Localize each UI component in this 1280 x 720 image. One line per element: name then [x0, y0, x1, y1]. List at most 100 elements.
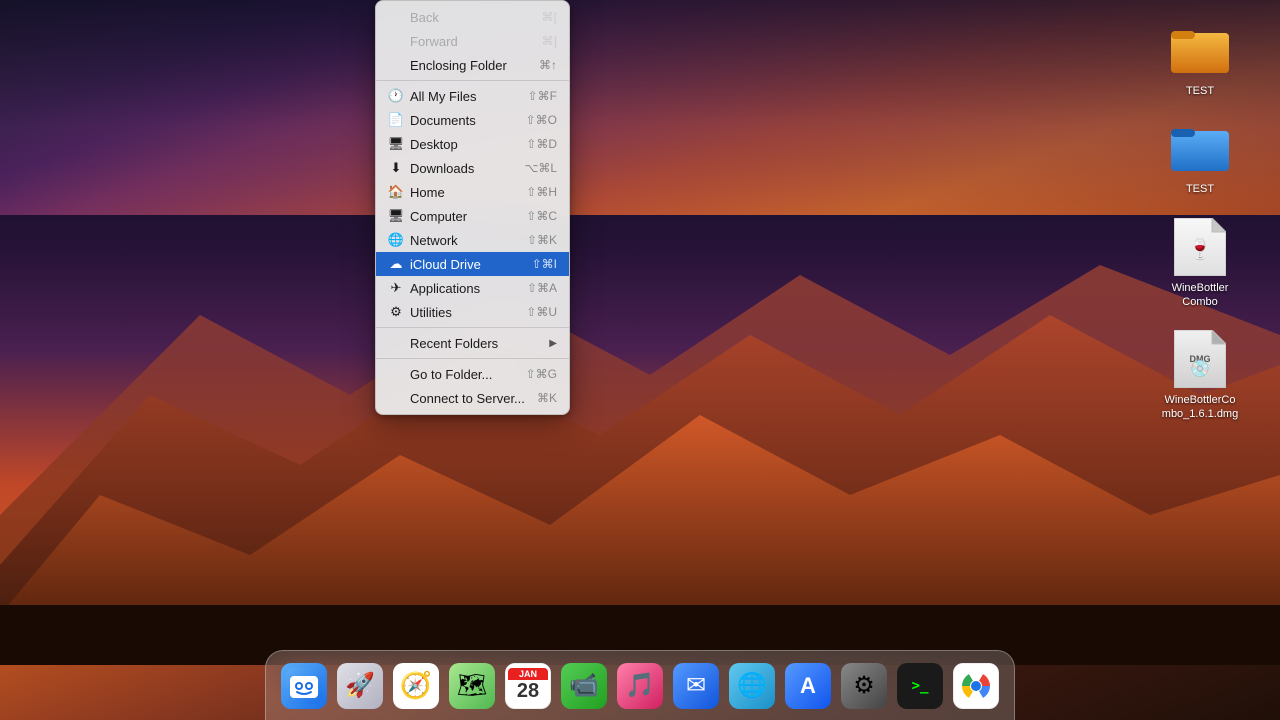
- safari-icon: 🧭: [393, 663, 439, 709]
- menu-divider-1: [376, 80, 569, 81]
- dock-item-system-prefs[interactable]: ⚙: [838, 660, 890, 712]
- desktop-icon-test-orange[interactable]: TEST: [1160, 20, 1240, 98]
- svg-text:💿: 💿: [1190, 359, 1210, 378]
- dock-item-mail[interactable]: ✉: [670, 660, 722, 712]
- menu-item-recent-folders[interactable]: Recent Folders ▶: [376, 331, 569, 355]
- menu-item-forward-shortcut: ⌘]: [542, 34, 557, 48]
- dock-item-calendar[interactable]: JAN 28: [502, 660, 554, 712]
- svg-text:🍷: 🍷: [1188, 237, 1213, 261]
- dock-item-safari[interactable]: 🧭: [390, 660, 442, 712]
- icloud-drive-icon: ☁: [388, 256, 404, 272]
- menu-item-all-my-files[interactable]: 🕐 All My Files ⇧⌘F: [376, 84, 569, 108]
- dmg-file-icon: DMG 💿: [1174, 330, 1226, 388]
- menu-item-icloud-drive[interactable]: ☁ iCloud Drive ⇧⌘I: [376, 252, 569, 276]
- dock-item-terminal[interactable]: >_: [894, 660, 946, 712]
- desktop-icon-label-test-blue: TEST: [1186, 182, 1214, 196]
- forward-icon: [388, 33, 404, 49]
- connect-to-server-icon: [388, 390, 404, 406]
- downloads-icon: ⬇: [388, 160, 404, 176]
- menu-item-connect-to-server-label: Connect to Server...: [388, 390, 537, 406]
- menu-item-documents-label: 📄 Documents: [388, 112, 526, 128]
- appstore-icon: A: [785, 663, 831, 709]
- menu-item-home-shortcut: ⇧⌘H: [526, 185, 557, 199]
- menu-item-desktop[interactable]: 🖥 Desktop ⇧⌘D: [376, 132, 569, 156]
- calendar-icon: JAN 28: [505, 663, 551, 709]
- menu-item-network[interactable]: 🌐 Network ⇧⌘K: [376, 228, 569, 252]
- enclosing-folder-icon: [388, 57, 404, 73]
- dock-item-launchpad[interactable]: 🚀: [334, 660, 386, 712]
- menu-item-forward[interactable]: Forward ⌘]: [376, 29, 569, 53]
- menu-item-network-label: 🌐 Network: [388, 232, 527, 248]
- desktop-icon-winebottler-combo[interactable]: 🍷 WineBottler Combo: [1160, 217, 1240, 310]
- menu-item-enclosing-folder[interactable]: Enclosing Folder ⌘↑: [376, 53, 569, 77]
- dock-item-facetime[interactable]: 📹: [558, 660, 610, 712]
- menu-item-back-label: Back: [388, 9, 542, 25]
- dock-item-finder[interactable]: [278, 660, 330, 712]
- menu-item-go-to-folder-shortcut: ⇧⌘G: [526, 367, 557, 381]
- menu-item-connect-to-server[interactable]: Connect to Server... ⌘K: [376, 386, 569, 410]
- utilities-icon: ⚙: [388, 304, 404, 320]
- dock-item-maps[interactable]: 🗺: [446, 660, 498, 712]
- desktop-icon-test-blue[interactable]: TEST: [1160, 118, 1240, 196]
- menu-item-recent-folders-label: Recent Folders: [388, 335, 549, 351]
- dock-item-itunes[interactable]: 🎵: [614, 660, 666, 712]
- winebottler-dmg-icon: DMG 💿: [1170, 329, 1230, 389]
- desktop-icon-label-test-orange: TEST: [1186, 84, 1214, 98]
- menu-item-icloud-drive-shortcut: ⇧⌘I: [532, 257, 557, 271]
- folder-icon-blue-container: [1170, 118, 1230, 178]
- launchpad-icon: 🚀: [337, 663, 383, 709]
- home-icon: 🏠: [388, 184, 404, 200]
- menu-item-computer[interactable]: 🖥 Computer ⇧⌘C: [376, 204, 569, 228]
- menu-item-utilities[interactable]: ⚙ Utilities ⇧⌘U: [376, 300, 569, 324]
- menu-item-downloads-shortcut: ⌥⌘L: [524, 161, 557, 175]
- folder-icon-orange-container: [1170, 20, 1230, 80]
- maps-icon: 🗺: [449, 663, 495, 709]
- menu-item-home-label: 🏠 Home: [388, 184, 526, 200]
- dock: 🚀 🧭 🗺 JAN 28 📹: [265, 650, 1015, 720]
- menu-divider-3: [376, 358, 569, 359]
- context-menu: Back ⌘[ Forward ⌘] Enclosing Folder ⌘↑: [375, 0, 570, 415]
- menu-item-documents[interactable]: 📄 Documents ⇧⌘O: [376, 108, 569, 132]
- desktop-icon-label-winebottler-dmg: WineBottlerCombo_1.6.1.dmg: [1160, 393, 1240, 422]
- desktop-icon-winebottler-dmg[interactable]: DMG 💿 WineBottlerCombo_1.6.1.dmg: [1160, 329, 1240, 422]
- menu-item-connect-to-server-shortcut: ⌘K: [537, 391, 557, 405]
- recent-folders-icon: [388, 335, 404, 351]
- menu-item-applications[interactable]: ✈ Applications ⇧⌘A: [376, 276, 569, 300]
- menu-item-enclosing-folder-shortcut: ⌘↑: [539, 58, 557, 72]
- winebottler-combo-icon: 🍷: [1170, 217, 1230, 277]
- menu-item-back[interactable]: Back ⌘[: [376, 5, 569, 29]
- folder-orange-icon: [1171, 25, 1229, 75]
- dock-item-chrome[interactable]: [950, 660, 1002, 712]
- system-prefs-icon: ⚙: [841, 663, 887, 709]
- network-icon: 🌐: [388, 232, 404, 248]
- applications-icon: ✈: [388, 280, 404, 296]
- desktop-icon: 🖥: [388, 136, 404, 152]
- menu-item-go-to-folder-label: Go to Folder...: [388, 366, 526, 382]
- menu-item-all-my-files-shortcut: ⇧⌘F: [528, 89, 557, 103]
- menu-item-documents-shortcut: ⇧⌘O: [526, 113, 557, 127]
- chrome-icon: [953, 663, 999, 709]
- dock-item-globe[interactable]: 🌐: [726, 660, 778, 712]
- globe-icon: 🌐: [729, 663, 775, 709]
- documents-icon: 📄: [388, 112, 404, 128]
- itunes-icon: 🎵: [617, 663, 663, 709]
- menu-item-computer-shortcut: ⇧⌘C: [526, 209, 557, 223]
- menu-item-back-shortcut: ⌘[: [542, 10, 557, 24]
- menu-item-desktop-shortcut: ⇧⌘D: [526, 137, 557, 151]
- dock-item-appstore[interactable]: A: [782, 660, 834, 712]
- menu-item-go-to-folder[interactable]: Go to Folder... ⇧⌘G: [376, 362, 569, 386]
- menu-item-utilities-label: ⚙ Utilities: [388, 304, 526, 320]
- computer-icon: 🖥: [388, 208, 404, 224]
- menu-item-computer-label: 🖥 Computer: [388, 208, 526, 224]
- menu-item-home[interactable]: 🏠 Home ⇧⌘H: [376, 180, 569, 204]
- menu-item-applications-label: ✈ Applications: [388, 280, 527, 296]
- menu-item-downloads[interactable]: ⬇ Downloads ⌥⌘L: [376, 156, 569, 180]
- menu-item-network-shortcut: ⇧⌘K: [527, 233, 557, 247]
- menu-item-utilities-shortcut: ⇧⌘U: [526, 305, 557, 319]
- recent-folders-arrow: ▶: [549, 338, 557, 349]
- menu-item-icloud-drive-label: ☁ iCloud Drive: [388, 256, 532, 272]
- desktop-icon-label-winebottler-combo: WineBottler Combo: [1160, 281, 1240, 310]
- go-to-folder-icon: [388, 366, 404, 382]
- desktop: TEST TEST: [0, 0, 1280, 720]
- facetime-icon: 📹: [561, 663, 607, 709]
